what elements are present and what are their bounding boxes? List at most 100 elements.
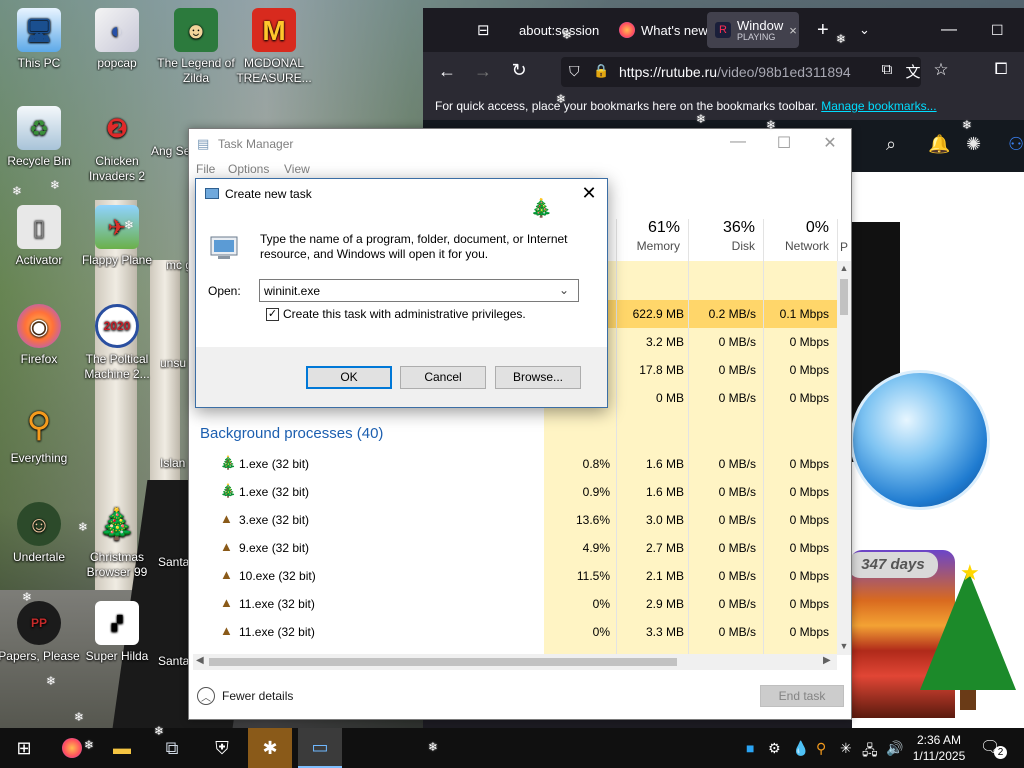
desktop-icon-flappy-plane[interactable]: ✈ Flappy Plane — [75, 205, 159, 268]
chevron-down-icon[interactable]: ⌄ — [559, 283, 569, 297]
bell-icon[interactable]: 🔔 — [928, 134, 950, 155]
maximize-icon[interactable]: ☐ — [761, 133, 807, 157]
firefox-view-icon: ⊟ — [477, 22, 490, 39]
desktop-icon-everything[interactable]: ⚲ Everything — [0, 403, 81, 466]
desktop-icon-recycle-bin[interactable]: ♻ Recycle Bin — [0, 106, 81, 169]
end-task-button[interactable]: End task — [760, 685, 844, 707]
url-bar[interactable]: ⛉ 🔒 https://rutube.ru/video/98b1ed311894 — [561, 57, 921, 87]
user-icon[interactable]: ⚇ — [1008, 134, 1024, 155]
chevron-down-icon[interactable]: ⌄ — [851, 12, 879, 48]
table-row[interactable]: ▲ 11.exe (32 bit) 0% 2.9 MB 0 MB/s 0 Mbp… — [189, 590, 837, 618]
ok-button[interactable]: OK — [306, 366, 392, 389]
tab-rutube[interactable]: R Window PLAYING × — [707, 12, 799, 48]
desktop-icon-mcdonalds[interactable]: M MCDONAL TREASURE... — [232, 8, 316, 86]
firefox-view-button[interactable]: ⊟ — [469, 12, 509, 48]
desktop-icon-partial[interactable]: unsu — [160, 356, 188, 371]
minimize-icon[interactable]: — — [715, 133, 761, 157]
vertical-scrollbar[interactable]: ▲ ▼ — [837, 261, 851, 655]
theme-icon[interactable]: ✺ — [966, 134, 981, 155]
table-row[interactable]: ▲ 10.exe (32 bit) 11.5% 2.1 MB 0 MB/s 0 … — [189, 562, 837, 590]
volume-icon[interactable]: 🔊 — [886, 740, 903, 757]
notification-center-icon[interactable]: 🗨 2 — [980, 737, 1007, 759]
table-row[interactable]: ▲ 9.exe (32 bit) 4.9% 2.7 MB 0 MB/s 0 Mb… — [189, 534, 837, 562]
column-disk-header[interactable]: 36% Disk — [688, 219, 763, 261]
desktop-icon-partial[interactable]: Santa Troub — [158, 654, 188, 669]
everything-search-icon[interactable]: ⚲ — [816, 740, 826, 757]
manage-bookmarks-link[interactable]: Manage bookmarks... — [821, 99, 936, 113]
picture-in-picture-icon[interactable]: ⧉ — [875, 61, 899, 78]
back-arrow-icon[interactable]: ← — [435, 61, 459, 82]
scroll-left-icon[interactable]: ◀ — [196, 655, 204, 666]
tray-app-icon[interactable]: ⚙ — [768, 740, 781, 757]
search-icon[interactable]: ⌕ — [886, 134, 896, 155]
scrollbar-thumb[interactable] — [840, 279, 848, 315]
defender-icon[interactable]: ⛨ — [200, 728, 244, 768]
new-tab-button[interactable]: + — [809, 12, 837, 48]
network-icon[interactable]: 🖧 — [862, 740, 878, 764]
snowflake-icon[interactable]: ✳ — [840, 740, 852, 757]
scroll-down-icon[interactable]: ▼ — [838, 641, 850, 651]
run-icon — [205, 188, 219, 199]
desktop-icon-super-hilda[interactable]: ▞ Super Hilda — [75, 601, 159, 664]
forward-arrow-icon[interactable]: → — [471, 61, 495, 82]
tab-whats-new[interactable]: What's new — [611, 12, 707, 48]
minimize-icon[interactable]: — — [933, 12, 961, 48]
close-tab-icon[interactable]: × — [789, 23, 797, 38]
scroll-up-icon[interactable]: ▲ — [838, 263, 850, 273]
desktop-icon-political-machine[interactable]: 2020 The Poltical Machine 2... — [75, 304, 159, 382]
desktop-icon-firefox[interactable]: ◉ Firefox — [0, 304, 81, 367]
lock-icon[interactable]: 🔒 — [593, 63, 609, 79]
desktop-icon-partial[interactable]: Santa Tro — [158, 555, 188, 570]
reload-icon[interactable]: ↻ — [507, 60, 531, 81]
desktop-icon-popcap[interactable]: ◐ popcap — [75, 8, 159, 71]
menu-options[interactable]: Options — [228, 162, 269, 176]
browse-button[interactable]: Browse... — [495, 366, 581, 389]
column-power-header[interactable]: P — [837, 219, 851, 261]
tab-about-session[interactable]: about:session — [511, 12, 609, 48]
scrollbar-thumb[interactable] — [209, 658, 677, 666]
desktop-icon-this-pc[interactable]: 🖥 This PC — [0, 8, 81, 71]
droplet-icon[interactable]: 💧 — [792, 740, 809, 757]
close-icon[interactable]: ✕ — [579, 183, 599, 204]
open-input[interactable] — [259, 279, 579, 302]
background-processes-heading[interactable]: Background processes (40) — [200, 425, 383, 442]
column-network-header[interactable]: 0% Network — [763, 219, 837, 261]
recycle-bin-icon: ♻ — [17, 106, 61, 150]
table-row[interactable]: ▲ 3.exe (32 bit) 13.6% 3.0 MB 0 MB/s 0 M… — [189, 506, 837, 534]
menu-file[interactable]: File — [196, 162, 215, 176]
shield-icon[interactable]: ⛉ — [569, 63, 580, 80]
desktop-icon-activator[interactable]: ▯ Activator — [0, 205, 81, 268]
run-dialog-icon[interactable]: ▭ — [298, 728, 342, 768]
desktop-icon-chicken-invaders[interactable]: ❷ Chicken Invaders 2 — [75, 106, 159, 184]
desktop-icon-partial[interactable]: Islan X — [160, 456, 188, 471]
menu-view[interactable]: View — [284, 162, 310, 176]
cancel-button[interactable]: Cancel — [400, 366, 486, 389]
desktop-icon-undertale[interactable]: ☺ Undertale — [0, 502, 81, 565]
fewer-details-button[interactable]: ︿ Fewer details — [197, 687, 293, 705]
column-memory-header[interactable]: 61% Memory — [616, 219, 688, 261]
start-icon[interactable]: ⊞ — [2, 728, 46, 768]
close-icon[interactable]: ✕ — [807, 133, 853, 157]
file-explorer-icon[interactable]: ▬ — [100, 728, 144, 768]
tray-app-icon[interactable]: ■ — [746, 740, 754, 756]
star-icon[interactable]: ☆ — [929, 60, 953, 80]
horizontal-scrollbar[interactable]: ◀ ▶ — [193, 654, 837, 670]
everything-search-icon: ⚲ — [26, 405, 52, 444]
admin-privileges-checkbox[interactable]: ✓ Create this task with administrative p… — [266, 307, 526, 321]
desktop-icon-partial[interactable]: Ang Se — [151, 144, 191, 159]
taskbar-clock[interactable]: 2:36 AM 1/11/2025 — [912, 732, 966, 764]
task-manager-footer: ︿ Fewer details End task — [189, 677, 851, 719]
maximize-icon[interactable]: ☐ — [983, 12, 1011, 48]
scroll-right-icon[interactable]: ▶ — [823, 655, 831, 666]
desktop-icon-partial[interactable]: mc ga — [166, 258, 190, 273]
desktop-icon-legend-of-zilda[interactable]: ☻ The Legend of Zilda — [154, 8, 238, 86]
table-row[interactable]: 🎄 1.exe (32 bit) 0.9% 1.6 MB 0 MB/s 0 Mb… — [189, 478, 837, 506]
checkbox[interactable]: ✓ — [266, 307, 279, 321]
translate-icon[interactable]: 文 — [901, 61, 925, 82]
desktop-icon-christmas-browser[interactable]: 🎄 Christmas Browser 99 — [75, 502, 159, 580]
network-app-icon[interactable]: ✱ — [248, 728, 292, 768]
desktop-icon-papers-please[interactable]: PP Papers, Please — [0, 601, 81, 664]
table-row[interactable]: ▲ 11.exe (32 bit) 0% 3.3 MB 0 MB/s 0 Mbp… — [189, 618, 837, 646]
extensions-icon[interactable]: ⧠ — [989, 61, 1013, 79]
table-row[interactable]: 🎄 1.exe (32 bit) 0.8% 1.6 MB 0 MB/s 0 Mb… — [189, 450, 837, 478]
